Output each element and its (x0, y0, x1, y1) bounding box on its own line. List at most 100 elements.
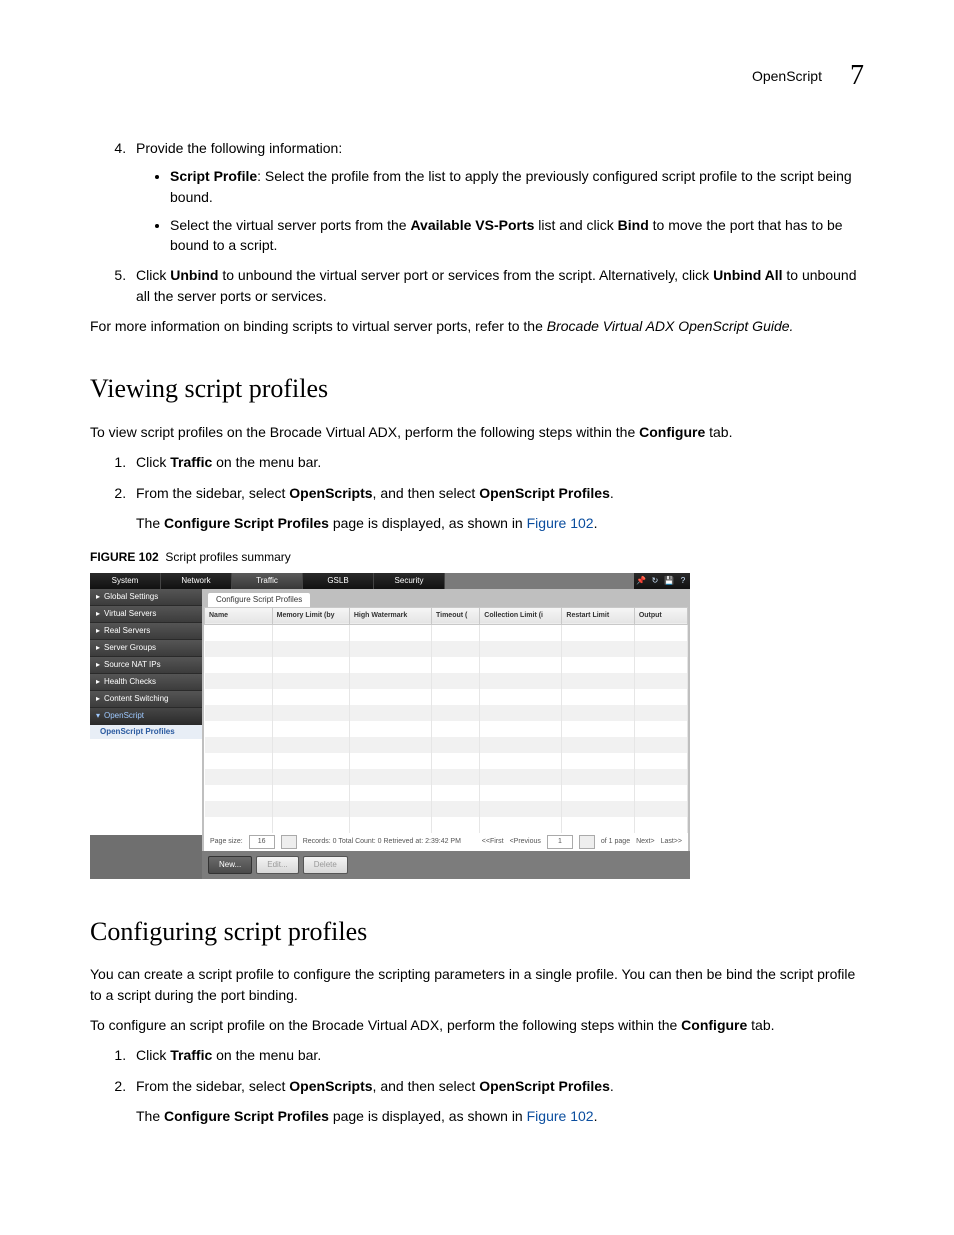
pager-prev[interactable]: <Previous (510, 837, 541, 847)
delete-button[interactable]: Delete (303, 856, 348, 874)
text: . (610, 1078, 614, 1094)
tab-network[interactable]: Network (161, 573, 232, 589)
tab-gslb[interactable]: GSLB (303, 573, 374, 589)
label-page: Configure Script Profiles (164, 515, 329, 531)
step-5: Click Unbind to unbound the virtual serv… (130, 265, 864, 306)
pager-of: of 1 page (601, 837, 630, 847)
col-memory-limit[interactable]: Memory Limit (by (272, 607, 349, 624)
table-row[interactable] (205, 624, 688, 641)
col-restart-limit[interactable]: Restart Limit (562, 607, 634, 624)
chapter-number: 7 (850, 60, 864, 92)
view-steps: Click Traffic on the menu bar. From the … (90, 452, 864, 533)
sidebar-item-source-nat-ips[interactable]: ▸Source NAT IPs (90, 657, 202, 674)
heading-viewing: Viewing script profiles (90, 370, 864, 408)
table-row[interactable] (205, 737, 688, 753)
table-row[interactable] (205, 657, 688, 673)
text: Click (136, 1047, 170, 1063)
text: For more information on binding scripts … (90, 318, 547, 334)
sidebar-item-virtual-servers[interactable]: ▸Virtual Servers (90, 606, 202, 623)
table-row[interactable] (205, 673, 688, 689)
tab-traffic[interactable]: Traffic (232, 573, 303, 589)
pager-next[interactable]: Next> (636, 837, 654, 847)
chevron-right-icon: ▸ (96, 589, 104, 605)
table-row[interactable] (205, 705, 688, 721)
label-script-profile: Script Profile (170, 168, 257, 184)
help-icon[interactable]: ? (676, 573, 690, 589)
text: page is displayed, as shown in (329, 1108, 527, 1124)
cfg-step-2: From the sidebar, select OpenScripts, an… (130, 1076, 864, 1127)
page-size-label: Page size: (210, 837, 243, 847)
table-row[interactable] (205, 641, 688, 657)
tab-system[interactable]: System (90, 573, 161, 589)
steps-continued: Provide the following information: Scrip… (90, 138, 864, 306)
main-tabstrip: Configure Script Profiles (202, 589, 690, 607)
pager-page-dropdown[interactable] (579, 835, 595, 849)
sidebar-item-label: Real Servers (104, 626, 150, 635)
view-step-2-result: The Configure Script Profiles page is di… (136, 513, 864, 533)
chevron-right-icon: ▸ (96, 606, 104, 622)
para-reference: For more information on binding scripts … (90, 316, 864, 336)
link-figure-102[interactable]: Figure 102 (527, 515, 594, 531)
save-icon[interactable]: 💾 (662, 573, 676, 589)
text: To configure an script profile on the Br… (90, 1017, 681, 1033)
refresh-icon[interactable]: ↻ (648, 573, 662, 589)
sidebar-item-label: Virtual Servers (104, 609, 156, 618)
main-tab-configure-script-profiles[interactable]: Configure Script Profiles (208, 593, 310, 607)
edit-button[interactable]: Edit... (256, 856, 298, 874)
pager-status: Records: 0 Total Count: 0 Retrieved at: … (303, 837, 461, 847)
text: : Select the profile from the list to ap… (170, 168, 852, 204)
label-openscripts: OpenScripts (289, 485, 372, 501)
sidebar-item-openscript[interactable]: ▾OpenScript (90, 708, 202, 725)
chevron-right-icon: ▸ (96, 623, 104, 639)
col-name[interactable]: Name (205, 607, 273, 624)
pin-icon[interactable]: 📌 (634, 573, 648, 589)
app-body: ▸Global Settings ▸Virtual Servers ▸Real … (90, 589, 690, 879)
section-title: OpenScript (752, 68, 822, 84)
sidebar-item-label: Global Settings (104, 592, 158, 601)
table-row[interactable] (205, 817, 688, 833)
chevron-right-icon: ▸ (96, 674, 104, 690)
table-body (205, 624, 688, 833)
label-configure: Configure (681, 1017, 747, 1033)
content: Provide the following information: Scrip… (90, 138, 864, 1126)
col-output[interactable]: Output (634, 607, 687, 624)
new-button[interactable]: New... (208, 856, 252, 874)
table-row[interactable] (205, 753, 688, 769)
sidebar-item-global-settings[interactable]: ▸Global Settings (90, 589, 202, 606)
table-row[interactable] (205, 785, 688, 801)
cfg-steps: Click Traffic on the menu bar. From the … (90, 1045, 864, 1126)
grid: Name Memory Limit (by High Watermark Tim… (204, 607, 688, 851)
sidebar-subitem-openscript-profiles[interactable]: OpenScript Profiles (90, 725, 202, 739)
text: list and click (534, 217, 617, 233)
text: on the menu bar. (212, 454, 321, 470)
label-traffic: Traffic (170, 1047, 212, 1063)
sidebar-item-content-switching[interactable]: ▸Content Switching (90, 691, 202, 708)
col-collection-limit[interactable]: Collection Limit (i (480, 607, 562, 624)
step4-bullet-1: Script Profile: Select the profile from … (170, 166, 864, 207)
text: , and then select (373, 485, 480, 501)
pager-first[interactable]: <<First (482, 837, 504, 847)
table-row[interactable] (205, 769, 688, 785)
pager-current[interactable]: 1 (547, 835, 573, 849)
tab-security[interactable]: Security (374, 573, 445, 589)
step-4: Provide the following information: Scrip… (130, 138, 864, 255)
sidebar-item-server-groups[interactable]: ▸Server Groups (90, 640, 202, 657)
col-timeout[interactable]: Timeout ( (431, 607, 479, 624)
table-row[interactable] (205, 689, 688, 705)
text: The (136, 515, 164, 531)
view-step-1: Click Traffic on the menu bar. (130, 452, 864, 472)
view-step-2: From the sidebar, select OpenScripts, an… (130, 483, 864, 534)
label-openscript-profiles: OpenScript Profiles (479, 485, 610, 501)
col-high-watermark[interactable]: High Watermark (349, 607, 431, 624)
table-row[interactable] (205, 801, 688, 817)
sidebar-item-label: Server Groups (104, 643, 156, 652)
sidebar: ▸Global Settings ▸Virtual Servers ▸Real … (90, 589, 202, 879)
link-figure-102[interactable]: Figure 102 (527, 1108, 594, 1124)
table-row[interactable] (205, 721, 688, 737)
sidebar-item-health-checks[interactable]: ▸Health Checks (90, 674, 202, 691)
pager-last[interactable]: Last>> (661, 837, 682, 847)
page-size-value[interactable]: 16 (249, 835, 275, 849)
page-size-dropdown[interactable] (281, 835, 297, 849)
text: To view script profiles on the Brocade V… (90, 424, 639, 440)
sidebar-item-real-servers[interactable]: ▸Real Servers (90, 623, 202, 640)
